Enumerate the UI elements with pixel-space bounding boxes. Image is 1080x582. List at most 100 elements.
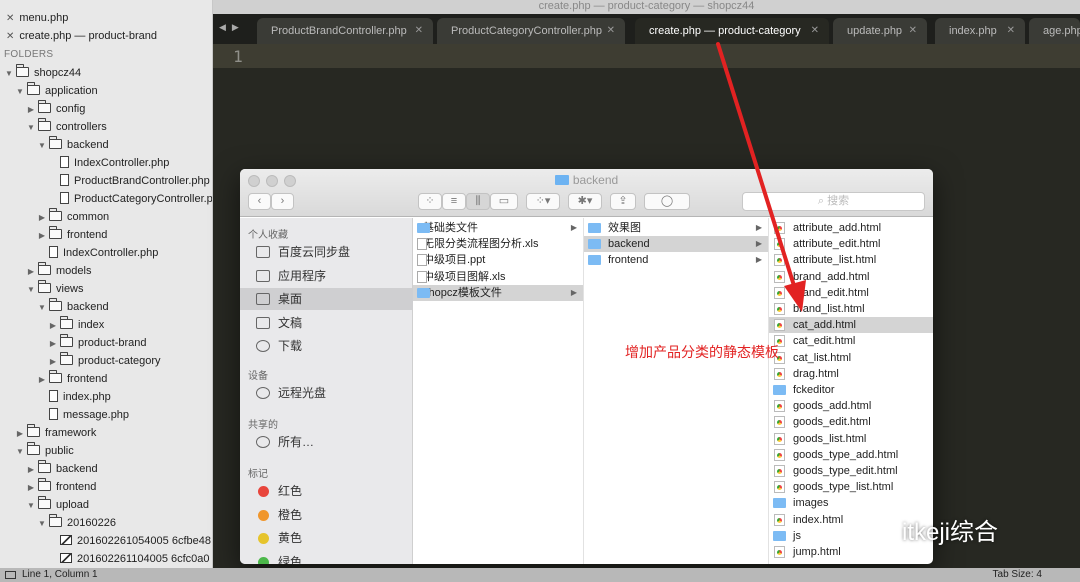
arrange-button[interactable]: ⁘▾ xyxy=(526,193,560,210)
editor-tab[interactable]: create.php — product-category ✕ xyxy=(635,18,829,44)
finder-list-item[interactable]: 中级项目.ppt xyxy=(413,252,583,268)
finder-sidebar-item[interactable]: 绿色 xyxy=(240,551,413,564)
disclosure-closed-icon[interactable]: ▶ xyxy=(37,209,47,227)
close-tab-icon[interactable]: ✕ xyxy=(607,18,615,44)
tree-folder-item[interactable]: ▼ upload xyxy=(0,496,212,515)
disclosure-open-icon[interactable]: ▼ xyxy=(37,299,47,317)
editor-tab[interactable]: age.php xyxy=(1029,18,1080,44)
tree-file-item[interactable]: message.php xyxy=(0,406,212,424)
finder-list-item[interactable]: 中级项目图解.xls xyxy=(413,269,583,285)
finder-list-item[interactable]: attribute_edit.html xyxy=(769,236,933,252)
disclosure-closed-icon[interactable]: ▶ xyxy=(48,353,58,371)
tab-size-selector[interactable]: Tab Size: 4 xyxy=(993,568,1042,582)
tree-file-item[interactable]: IndexController.php xyxy=(0,154,212,172)
disclosure-closed-icon[interactable]: ▶ xyxy=(26,263,36,281)
tree-folder-item[interactable]: ▼ 20160226 xyxy=(0,514,212,533)
editor-tab[interactable]: update.php ✕ xyxy=(833,18,927,44)
column-view-button[interactable]: ⫼ xyxy=(466,193,490,210)
action-gear-button[interactable]: ✱▾ xyxy=(568,193,602,210)
disclosure-closed-icon[interactable]: ▶ xyxy=(48,335,58,353)
disclosure-closed-icon[interactable]: ▶ xyxy=(26,101,36,119)
disclosure-open-icon[interactable]: ▼ xyxy=(15,83,25,101)
tab-nav-arrows-icon[interactable]: ◀▶ xyxy=(219,22,245,33)
finder-list-item[interactable]: cat_edit.html xyxy=(769,333,933,349)
finder-sidebar-item[interactable]: 橙色 xyxy=(240,504,413,526)
close-tab-icon[interactable]: ✕ xyxy=(415,18,423,44)
finder-list-item[interactable]: brand_edit.html xyxy=(769,285,933,301)
tree-folder-item[interactable]: ▶ common xyxy=(0,208,212,227)
finder-list-item[interactable]: shopcz模板文件 ▶ xyxy=(413,284,583,301)
close-tab-icon[interactable]: ✕ xyxy=(811,18,819,44)
finder-list-item[interactable]: cat_list.html xyxy=(769,350,933,366)
tree-folder-item[interactable]: ▶ models xyxy=(0,262,212,281)
finder-list-item[interactable]: images xyxy=(769,495,933,511)
finder-list-item[interactable]: goods_edit.html xyxy=(769,414,933,430)
disclosure-open-icon[interactable]: ▼ xyxy=(4,65,14,83)
finder-list-item[interactable]: goods_add.html xyxy=(769,398,933,414)
finder-list-item[interactable]: goods_type_edit.html xyxy=(769,463,933,479)
finder-list-item[interactable]: brand_add.html xyxy=(769,269,933,285)
editor-tab[interactable]: ProductCategoryController.php ✕ xyxy=(437,18,625,44)
disclosure-open-icon[interactable]: ▼ xyxy=(26,119,36,137)
tree-folder-item[interactable]: ▼ shopcz44 xyxy=(0,64,212,83)
finder-list-item[interactable]: 无限分类流程图分析.xls xyxy=(413,236,583,252)
tree-folder-item[interactable]: ▼ controllers xyxy=(0,118,212,137)
finder-list-item[interactable]: backend ▶ xyxy=(584,236,768,253)
disclosure-closed-icon[interactable]: ▶ xyxy=(48,317,58,335)
finder-sidebar-item[interactable]: 远程光盘 xyxy=(240,382,413,404)
disclosure-closed-icon[interactable]: ▶ xyxy=(26,461,36,479)
tree-file-item[interactable]: IndexController.php xyxy=(0,244,212,262)
tree-file-item[interactable]: 201602261104005 6cfc0a0 xyxy=(0,550,212,568)
tree-file-item[interactable]: ProductCategoryController.php xyxy=(0,190,212,208)
disclosure-open-icon[interactable]: ▼ xyxy=(26,497,36,515)
tree-folder-item[interactable]: ▶ frontend xyxy=(0,478,212,497)
tree-folder-item[interactable]: ▶ index xyxy=(0,316,212,335)
disclosure-closed-icon[interactable]: ▶ xyxy=(37,227,47,245)
finder-sidebar-item[interactable]: 所有… xyxy=(240,431,413,453)
tree-folder-item[interactable]: ▼ views xyxy=(0,280,212,299)
close-tab-icon[interactable]: ✕ xyxy=(1007,18,1015,44)
close-tab-icon[interactable]: ✕ xyxy=(909,18,917,44)
close-icon[interactable]: ✕ xyxy=(6,13,14,24)
finder-list-item[interactable]: frontend ▶ xyxy=(584,252,768,268)
panel-toggle-icon[interactable] xyxy=(5,571,16,579)
finder-sidebar-item[interactable]: 百度云同步盘 xyxy=(240,241,413,263)
disclosure-closed-icon[interactable]: ▶ xyxy=(15,425,25,443)
search-input[interactable]: ⌕ 搜索 xyxy=(742,192,925,211)
tree-folder-item[interactable]: ▼ backend xyxy=(0,298,212,317)
finder-list-item[interactable]: attribute_list.html xyxy=(769,252,933,268)
editor-tab[interactable]: ProductBrandController.php ✕ xyxy=(257,18,433,44)
finder-list-item[interactable]: fckeditor xyxy=(769,382,933,398)
finder-sidebar-item[interactable]: 下载 xyxy=(240,335,413,357)
back-button[interactable]: ‹ xyxy=(248,193,271,210)
tree-file-item[interactable]: ProductBrandController.php xyxy=(0,172,212,190)
finder-list-item[interactable]: goods_type_list.html xyxy=(769,479,933,495)
finder-list-item[interactable]: 效果图 ▶ xyxy=(584,220,768,236)
icon-view-button[interactable]: ⁘ xyxy=(418,193,442,210)
finder-list-item[interactable]: goods_list.html xyxy=(769,431,933,447)
forward-button[interactable]: › xyxy=(271,193,294,210)
editor-tab[interactable]: index.php ✕ xyxy=(935,18,1025,44)
disclosure-closed-icon[interactable]: ▶ xyxy=(26,479,36,497)
disclosure-open-icon[interactable]: ▼ xyxy=(37,137,47,155)
finder-list-item[interactable]: brand_list.html xyxy=(769,301,933,317)
disclosure-closed-icon[interactable]: ▶ xyxy=(37,371,47,389)
finder-list-item[interactable]: 基础类文件 ▶ xyxy=(413,220,583,236)
tag-button[interactable]: ◯ xyxy=(644,193,690,210)
disclosure-open-icon[interactable]: ▼ xyxy=(26,281,36,299)
list-view-button[interactable]: ≡ xyxy=(442,193,466,210)
open-file-item[interactable]: ✕ menu.php xyxy=(0,9,212,27)
cover-flow-button[interactable]: ▭ xyxy=(490,193,518,210)
close-icon[interactable]: ✕ xyxy=(6,31,14,42)
finder-list-item[interactable]: drag.html xyxy=(769,366,933,382)
disclosure-open-icon[interactable]: ▼ xyxy=(37,515,47,533)
finder-sidebar-item[interactable]: 桌面 xyxy=(240,288,413,310)
finder-list-item[interactable]: cat_add.html xyxy=(769,317,933,334)
disclosure-open-icon[interactable]: ▼ xyxy=(15,443,25,461)
finder-sidebar-item[interactable]: 应用程序 xyxy=(240,265,413,287)
tree-folder-item[interactable]: ▶ backend xyxy=(0,460,212,479)
finder-sidebar-item[interactable]: 红色 xyxy=(240,480,413,502)
finder-list-item[interactable]: attribute_add.html xyxy=(769,220,933,236)
tree-folder-item[interactable]: ▶ framework xyxy=(0,424,212,443)
share-button[interactable]: ⇪ xyxy=(610,193,636,210)
